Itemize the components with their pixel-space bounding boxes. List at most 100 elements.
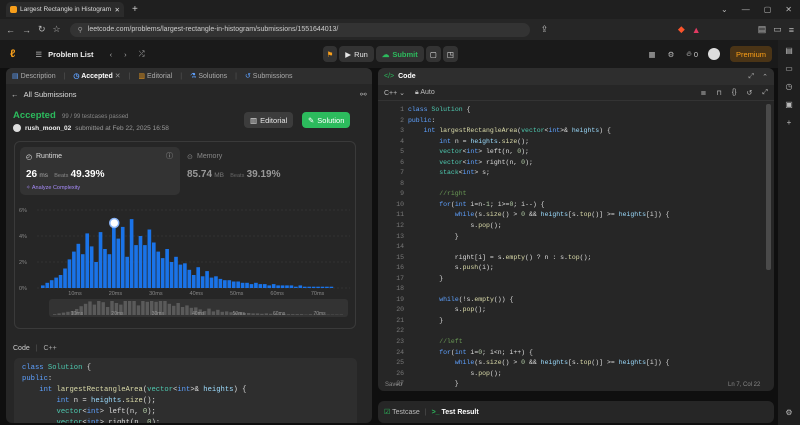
brave-shield-icon[interactable]: ◆	[678, 24, 685, 35]
code-line[interactable]: }	[408, 379, 764, 390]
reset-icon[interactable]: ↺	[747, 89, 753, 97]
sidebar-reading-icon[interactable]: ▭	[785, 64, 793, 73]
code-line[interactable]: s.pop();	[408, 305, 764, 316]
code-editor[interactable]: class Solution {public: int largestRecta…	[408, 105, 764, 391]
chart-bar[interactable]	[129, 219, 134, 288]
code-line[interactable]: for(int i=n-1; i>=0; i--) {	[408, 200, 764, 211]
chart-bar[interactable]	[103, 249, 107, 288]
avatar[interactable]	[707, 48, 720, 60]
chart-bar[interactable]	[85, 233, 90, 288]
back-icon[interactable]: ←	[6, 25, 15, 35]
code-line[interactable]: for(int i=0; i<n; i++) {	[408, 348, 764, 359]
chart-bar[interactable]	[156, 251, 161, 288]
code-line[interactable]: }	[408, 232, 764, 243]
chart-bar[interactable]	[218, 278, 223, 288]
tab-solutions[interactable]: ⚗ Solutions	[190, 72, 227, 80]
chart-bar[interactable]	[160, 258, 165, 288]
braces-icon[interactable]: {}	[732, 89, 737, 96]
chart-bar[interactable]	[174, 256, 178, 288]
feedback-button[interactable]: ◳	[442, 46, 458, 62]
back-link[interactable]: ← All Submissions	[11, 90, 77, 99]
code-line[interactable]: class Solution {	[408, 105, 764, 116]
chart-bar[interactable]	[276, 285, 280, 288]
chart-bar[interactable]	[98, 232, 103, 288]
code-line[interactable]	[408, 284, 764, 295]
minimize-icon[interactable]: —	[742, 5, 750, 14]
chart-bar[interactable]	[49, 280, 54, 288]
chart-bar[interactable]	[205, 271, 209, 288]
prev-problem-icon[interactable]: ‹	[110, 50, 113, 59]
run-button[interactable]: ▶ Run	[339, 46, 374, 62]
premium-button[interactable]: Premium	[729, 46, 772, 62]
editorial-button[interactable]: ▥ Editorial	[244, 112, 294, 128]
chart-bar[interactable]	[240, 282, 245, 288]
streak-icon[interactable]: 🔥︎	[686, 49, 692, 59]
test-result-tab[interactable]: >_ Test Result	[432, 409, 479, 416]
chart-bar[interactable]	[138, 236, 143, 288]
chart-bar[interactable]	[245, 282, 249, 288]
chart-bar[interactable]	[94, 262, 98, 288]
problem-list-link[interactable]: Problem List	[48, 50, 93, 59]
code-line[interactable]: stack<int> s;	[408, 168, 764, 179]
testcase-tab[interactable]: ☑ Testcase	[384, 408, 420, 416]
chart-bar[interactable]	[209, 277, 214, 288]
close-tab-icon[interactable]: ✕	[115, 6, 120, 14]
shuffle-icon[interactable]: ⤮	[139, 49, 145, 59]
chart-bar[interactable]	[191, 275, 196, 288]
code-line[interactable]: s.push(i);	[408, 263, 764, 274]
collapse-icon[interactable]: ⌃	[762, 73, 768, 81]
chart-bar[interactable]	[231, 281, 236, 289]
chart-bar[interactable]	[41, 285, 45, 288]
chart-bar[interactable]	[200, 276, 205, 288]
chart-bar[interactable]	[134, 245, 138, 288]
chart-bar[interactable]	[72, 251, 76, 288]
sidebar-history-icon[interactable]: ◷	[786, 82, 793, 91]
chart-highlight-marker[interactable]	[109, 217, 120, 229]
chart-bar[interactable]	[298, 285, 303, 288]
submit-button[interactable]: ☁ Submit	[375, 46, 424, 62]
tab-submissions[interactable]: ↺ Submissions	[245, 72, 293, 80]
code-line[interactable]: public:	[408, 116, 764, 127]
problem-list-icon[interactable]: ☰	[35, 50, 42, 59]
code-line[interactable]: right[i] = s.empty() ? n : s.top();	[408, 253, 764, 264]
auto-mode[interactable]: 🔒︎ Auto	[415, 89, 435, 97]
tab-accepted[interactable]: ◷ Accepted ✕	[73, 72, 120, 80]
sidebar-settings-icon[interactable]: ⚙	[785, 408, 792, 417]
code-line[interactable]: }	[408, 316, 764, 327]
chart-bar[interactable]	[116, 238, 121, 288]
code-line[interactable]	[408, 390, 764, 391]
chart-bar[interactable]	[258, 284, 263, 288]
chart-bar[interactable]	[302, 286, 307, 288]
chart-bar[interactable]	[289, 285, 294, 288]
chart-bar[interactable]	[120, 226, 125, 288]
wallet-icon[interactable]: ▭	[773, 24, 782, 35]
browser-tab[interactable]: Largest Rectangle in Histogram ✕	[6, 2, 124, 17]
chart-bar[interactable]	[329, 286, 334, 288]
share-link-icon[interactable]: ⚯	[360, 90, 367, 99]
code-line[interactable]: vector<int> right(n, 0);	[408, 158, 764, 169]
new-tab-icon[interactable]: +	[132, 4, 138, 15]
site-info-icon[interactable]: ⚲	[78, 26, 83, 34]
code-line[interactable]: }	[408, 274, 764, 285]
close-tab-accepted-icon[interactable]: ✕	[115, 73, 121, 80]
fullscreen-icon[interactable]: ⤢	[762, 89, 768, 97]
chart-bar[interactable]	[125, 256, 129, 288]
chart-bar[interactable]	[236, 281, 240, 289]
chart-bar[interactable]	[143, 245, 147, 288]
next-problem-icon[interactable]: ›	[124, 50, 127, 59]
tab-search-icon[interactable]: ⌄	[721, 5, 728, 14]
chart-bar[interactable]	[254, 282, 258, 288]
chart-bar[interactable]	[63, 268, 67, 289]
code-line[interactable]	[408, 179, 764, 190]
bookmark-icon[interactable]: ☆	[53, 24, 61, 35]
code-line[interactable]: int n = heights.size();	[408, 137, 764, 148]
reload-icon[interactable]: ↻	[38, 24, 46, 35]
code-line[interactable]: s.pop();	[408, 221, 764, 232]
brave-rewards-icon[interactable]: ▲	[692, 25, 701, 35]
sidebar-wallet-icon[interactable]: ▣	[785, 100, 793, 109]
chart-bar[interactable]	[183, 263, 187, 288]
info-icon[interactable]: ⓘ	[166, 151, 173, 161]
chart-bar[interactable]	[178, 264, 183, 288]
expand-icon[interactable]: ⤢	[749, 73, 755, 81]
layout-icon[interactable]: ▦	[648, 50, 655, 59]
